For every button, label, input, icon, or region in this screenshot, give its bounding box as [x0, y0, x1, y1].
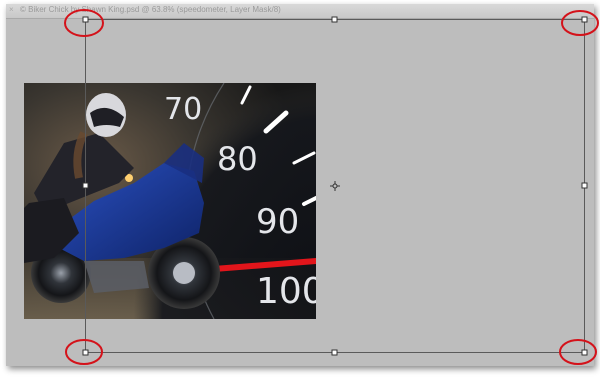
transform-overlay — [64, 9, 599, 365]
handle-bottom-right[interactable] — [581, 349, 588, 356]
highlight-circle-top-right — [561, 10, 599, 36]
crosshair-icon[interactable] — [330, 181, 340, 191]
handle-top-left[interactable] — [82, 16, 89, 23]
transform-bounding-box[interactable] — [85, 19, 585, 353]
handle-top-right[interactable] — [581, 16, 588, 23]
highlight-circle-top-left — [64, 9, 104, 37]
handle-bottom-left[interactable] — [82, 349, 89, 356]
handle-middle-left[interactable] — [82, 182, 89, 189]
handle-bottom-center[interactable] — [331, 349, 338, 356]
handle-middle-right[interactable] — [581, 182, 588, 189]
handle-top-center[interactable] — [331, 16, 338, 23]
